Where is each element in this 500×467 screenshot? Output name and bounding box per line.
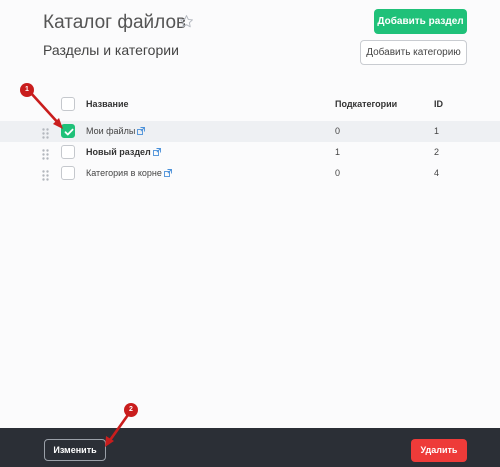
drag-handle-icon[interactable] xyxy=(42,168,49,181)
page-subtitle: Разделы и категории xyxy=(43,42,179,58)
delete-button[interactable]: Удалить xyxy=(411,439,467,462)
column-header-id[interactable]: ID xyxy=(434,94,443,115)
page-title: Каталог файлов xyxy=(43,12,187,33)
row-id: 1 xyxy=(434,126,440,136)
add-category-button[interactable]: Добавить категорию xyxy=(360,40,467,65)
column-header-subcategories[interactable]: Подкатегории xyxy=(335,94,397,115)
row-subcategories: 0 xyxy=(335,168,341,178)
annotation-marker-2: 2 xyxy=(124,403,138,417)
column-header-name[interactable]: Название xyxy=(86,94,128,115)
table-row[interactable]: Категория в корне 0 4 xyxy=(0,163,500,184)
row-subcategories: 0 xyxy=(335,126,341,136)
row-subcategories: 1 xyxy=(335,147,341,157)
external-link-icon[interactable] xyxy=(152,143,161,156)
row-checkbox[interactable] xyxy=(61,166,75,180)
edit-button[interactable]: Изменить xyxy=(44,439,106,461)
row-id: 4 xyxy=(434,168,440,178)
main-panel: Каталог файлов Разделы и категории Добав… xyxy=(0,0,500,428)
row-id: 2 xyxy=(434,147,440,157)
row-checkbox[interactable] xyxy=(61,145,75,159)
row-name-link[interactable]: Новый раздел xyxy=(86,147,151,157)
add-section-button[interactable]: Добавить раздел xyxy=(374,9,467,34)
row-name[interactable]: Мои файлы xyxy=(86,121,146,142)
action-bar: Изменить Удалить xyxy=(0,428,500,467)
row-checkbox[interactable] xyxy=(61,124,75,138)
table-row[interactable]: Мои файлы 0 1 xyxy=(0,121,500,142)
table-row[interactable]: Новый раздел 1 2 xyxy=(0,142,500,163)
annotation-marker-1: 1 xyxy=(20,83,34,97)
external-link-icon[interactable] xyxy=(163,164,172,177)
table-header: Название Подкатегории ID xyxy=(0,94,500,116)
star-icon[interactable] xyxy=(179,14,194,29)
drag-handle-icon[interactable] xyxy=(42,147,49,160)
row-name[interactable]: Новый раздел xyxy=(86,142,161,163)
external-link-icon[interactable] xyxy=(137,122,146,135)
drag-handle-icon[interactable] xyxy=(42,126,49,139)
row-name[interactable]: Категория в корне xyxy=(86,163,172,184)
row-name-link[interactable]: Мои файлы xyxy=(86,126,135,136)
select-all-checkbox[interactable] xyxy=(61,97,75,111)
row-name-link[interactable]: Категория в корне xyxy=(86,168,162,178)
